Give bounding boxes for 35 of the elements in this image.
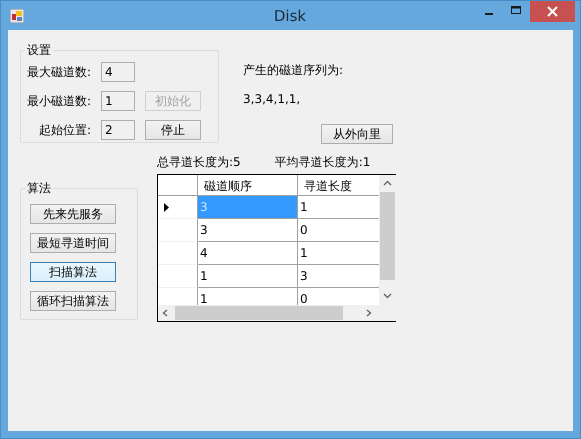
table-cell[interactable]: 3 xyxy=(298,265,379,288)
stop-button[interactable]: 停止 xyxy=(145,120,201,140)
table-cell[interactable]: 1 xyxy=(298,242,379,265)
field-label: 最大磁道数: xyxy=(26,64,91,80)
direction-button[interactable]: 从外向里 xyxy=(321,124,393,144)
input-field[interactable]: 2 xyxy=(101,120,135,140)
table-cell[interactable]: 1 xyxy=(198,288,298,305)
algorithm-button[interactable]: 循环扫描算法 xyxy=(30,291,116,311)
table-cell[interactable]: 0 xyxy=(298,219,379,242)
current-row-icon xyxy=(164,202,169,212)
table-cell[interactable]: 0 xyxy=(298,288,379,305)
window-title: Disk xyxy=(274,6,306,24)
group-title: 设置 xyxy=(26,42,52,59)
table-cell[interactable]: 1 xyxy=(298,196,379,219)
field-label: 起始位置: xyxy=(38,122,91,138)
sequence-label: 产生的磁道序列为: xyxy=(243,62,344,79)
algorithm-button[interactable]: 最短寻道时间 xyxy=(30,233,116,253)
stat-label: 总寻道长度为:5 xyxy=(157,155,241,169)
horizontal-scrollbar[interactable] xyxy=(158,305,379,321)
table-cell[interactable]: 1 xyxy=(198,265,298,288)
field-label: 最小磁道数: xyxy=(26,92,91,110)
column-header[interactable]: 磁道顺序 xyxy=(198,175,298,196)
column-header[interactable]: 寻道长度 xyxy=(298,175,379,196)
sequence-value: 3,3,4,1,1, xyxy=(243,92,302,106)
input-field[interactable]: 1 xyxy=(101,91,135,111)
table-cell[interactable]: 3 xyxy=(198,219,298,242)
app-icon xyxy=(10,8,24,22)
data-grid[interactable]: 磁道顺序 寻道长度 3 1 3 0 4 1 1 3 1 0 xyxy=(157,174,396,322)
row-header[interactable] xyxy=(158,196,198,219)
table-cell[interactable]: 4 xyxy=(198,242,298,265)
algorithm-button[interactable]: 扫描算法 xyxy=(30,262,116,282)
group-title: 算法 xyxy=(26,180,52,197)
stat-label: 平均寻道长度为:1 xyxy=(274,155,370,169)
algorithm-button[interactable]: 先来先服务 xyxy=(30,204,116,224)
input-field[interactable]: 4 xyxy=(101,62,135,82)
